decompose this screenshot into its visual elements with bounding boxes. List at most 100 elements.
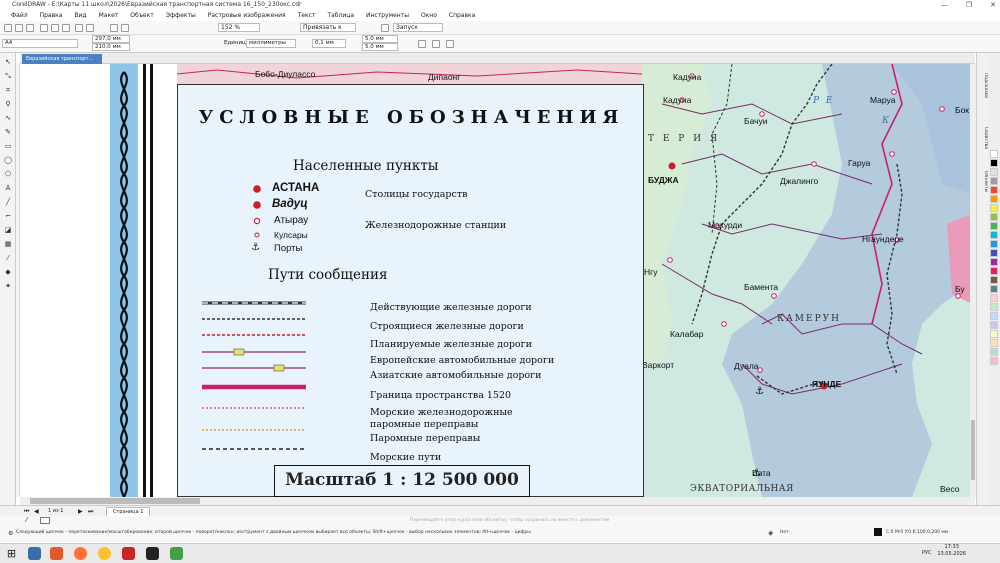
shape-tool-icon[interactable]: ⤡ <box>4 73 12 80</box>
launch-dropdown[interactable]: Запуск <box>393 23 443 32</box>
page-width-field[interactable]: 297,0 мм <box>92 35 130 43</box>
pen-tool-icon[interactable]: ✎ <box>4 129 12 136</box>
app-icon-corel[interactable] <box>28 547 41 560</box>
app-icon-firefox[interactable] <box>50 547 63 560</box>
menu-text[interactable]: Текст <box>292 10 322 21</box>
open-icon[interactable] <box>15 24 23 32</box>
color-swatch[interactable] <box>990 294 998 302</box>
taskbar-clock[interactable]: 17:33 13.05.2026 <box>937 544 966 558</box>
color-swatch[interactable] <box>990 195 998 203</box>
app-icon-browser[interactable] <box>74 547 87 560</box>
transparency-tool-icon[interactable]: ▦ <box>4 241 12 248</box>
drawing-canvas[interactable]: Бобо-Диулассо Дипаонг ⚓ ⚓ Кадуна Кадуна <box>20 64 975 497</box>
undo-icon[interactable] <box>75 24 83 32</box>
align-icon[interactable] <box>446 40 454 48</box>
color-swatch[interactable] <box>990 159 998 167</box>
vertical-scroll-thumb[interactable] <box>971 420 975 480</box>
menu-table[interactable]: Таблица <box>321 10 360 21</box>
color-swatch[interactable] <box>990 339 998 347</box>
shadow-tool-icon[interactable]: ◪ <box>4 227 12 234</box>
color-swatch[interactable] <box>990 204 998 212</box>
menu-bitmaps[interactable]: Растровые изображения <box>202 10 292 21</box>
options-icon[interactable] <box>418 40 426 48</box>
gear-icon[interactable] <box>381 24 389 32</box>
freehand-tool-icon[interactable]: ∿ <box>4 115 12 122</box>
windows-start-icon[interactable]: ⊞ <box>5 547 18 560</box>
menu-tools[interactable]: Инструменты <box>360 10 415 21</box>
maximize-button[interactable]: ❐ <box>966 0 972 10</box>
minimize-button[interactable]: — <box>941 0 948 10</box>
close-button[interactable]: ✕ <box>990 0 996 10</box>
color-swatch[interactable] <box>990 150 998 158</box>
color-swatch[interactable] <box>990 267 998 275</box>
redo-icon[interactable] <box>86 24 94 32</box>
snap-to-dropdown[interactable]: Привязать к <box>300 23 356 32</box>
ellipse-tool-icon[interactable]: ◯ <box>4 157 12 164</box>
new-doc-icon[interactable] <box>4 24 12 32</box>
color-swatch[interactable] <box>990 321 998 329</box>
import-icon[interactable] <box>110 24 118 32</box>
zoom-level[interactable]: 152 % <box>218 23 260 32</box>
zoom-tool-icon[interactable]: ⚲ <box>4 101 12 108</box>
color-swatch[interactable] <box>990 348 998 356</box>
horizontal-scroll-thumb[interactable] <box>30 498 200 504</box>
docker-tab-hints[interactable]: Подсказки <box>978 73 988 98</box>
menu-effects[interactable]: Эффекты <box>160 10 202 21</box>
app-icon-opera[interactable] <box>122 547 135 560</box>
transform-icon[interactable] <box>432 40 440 48</box>
map-legend[interactable]: УСЛОВНЫЕ ОБОЗНАЧЕНИЯ Населенные пункты А… <box>177 84 644 497</box>
menu-edit[interactable]: Правка <box>34 10 69 21</box>
connector-tool-icon[interactable]: ⌐ <box>4 213 12 220</box>
color-swatch[interactable] <box>990 249 998 257</box>
text-tool-icon[interactable]: A <box>4 185 12 192</box>
color-swatch[interactable] <box>990 177 998 185</box>
color-swatch[interactable] <box>990 168 998 176</box>
color-swatch[interactable] <box>990 213 998 221</box>
language-indicator[interactable]: РУС <box>922 550 932 556</box>
rectangle-tool-icon[interactable]: ▭ <box>4 143 12 150</box>
eyedropper-icon[interactable]: ⁄ <box>26 516 27 525</box>
paste-icon[interactable] <box>62 24 70 32</box>
page-size-dropdown[interactable]: A4 <box>2 39 78 48</box>
menu-layout[interactable]: Макет <box>93 10 125 21</box>
page-height-field[interactable]: 210,0 мм <box>92 43 130 51</box>
menu-file[interactable]: Файл <box>5 10 34 21</box>
save-icon[interactable] <box>26 24 34 32</box>
color-swatch[interactable] <box>990 258 998 266</box>
polygon-tool-icon[interactable]: ⬠ <box>4 171 12 178</box>
menu-window[interactable]: Окно <box>415 10 443 21</box>
app-icon-terminal[interactable] <box>146 547 159 560</box>
app-icon-chrome[interactable] <box>98 547 111 560</box>
app-icon-spreadsheet[interactable] <box>170 547 183 560</box>
color-swatch[interactable] <box>990 186 998 194</box>
docker-tab-properties[interactable]: Свойства <box>978 127 988 149</box>
document-tab[interactable]: Евразийская транспорт... <box>22 54 102 64</box>
export-icon[interactable] <box>121 24 129 32</box>
pick-tool-icon[interactable]: ↖ <box>4 59 12 66</box>
copy-icon[interactable] <box>51 24 59 32</box>
menu-object[interactable]: Объект <box>124 10 159 21</box>
color-swatch[interactable] <box>990 276 998 284</box>
docker-tab-objects[interactable]: Объекты <box>978 171 988 192</box>
duplicate-y-field[interactable]: 5,0 мм <box>362 43 398 51</box>
units-dropdown[interactable]: миллиметры <box>246 39 296 48</box>
color-swatch[interactable] <box>990 330 998 338</box>
color-swatch[interactable] <box>990 303 998 311</box>
color-swatch[interactable] <box>990 357 998 365</box>
color-swatch[interactable] <box>990 231 998 239</box>
color-swatch[interactable] <box>990 312 998 320</box>
smart-fill-tool-icon[interactable]: ✦ <box>4 283 12 290</box>
color-swatch[interactable] <box>990 240 998 248</box>
fill-tool-icon[interactable]: ◆ <box>4 269 12 276</box>
eyedropper-tool-icon[interactable]: ⁄ <box>4 255 12 262</box>
color-swatch[interactable] <box>990 285 998 293</box>
color-swatch[interactable] <box>990 222 998 230</box>
menu-view[interactable]: Вид <box>68 10 92 21</box>
cut-icon[interactable] <box>40 24 48 32</box>
nudge-field[interactable]: 0,1 мм <box>312 39 346 48</box>
menu-help[interactable]: Справка <box>443 10 481 21</box>
line-tool-icon[interactable]: ╱ <box>4 199 12 206</box>
crop-tool-icon[interactable]: ⌗ <box>4 87 12 94</box>
duplicate-x-field[interactable]: 5,0 мм <box>362 35 398 43</box>
no-fill-swatch[interactable] <box>40 517 50 524</box>
